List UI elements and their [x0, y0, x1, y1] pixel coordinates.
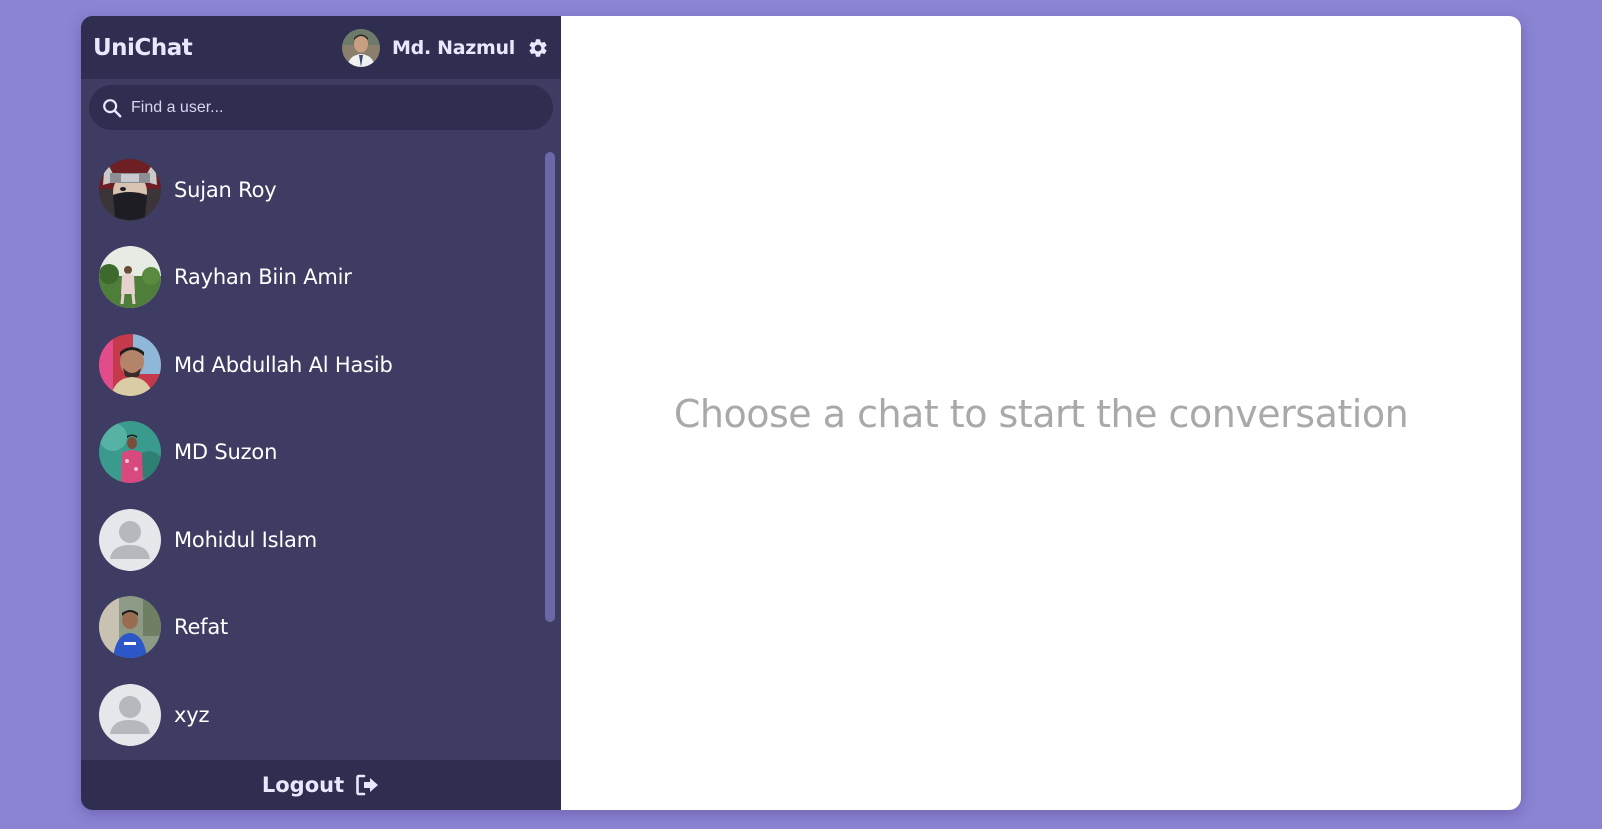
user-list-item[interactable]: Md Abdullah Al Hasib	[81, 321, 561, 409]
default-person-icon	[99, 683, 161, 746]
user-list-item[interactable]: Rayhan Biin Amir	[81, 234, 561, 322]
search-input[interactable]	[131, 98, 541, 117]
user-avatar	[99, 421, 161, 484]
logout-label: Logout	[261, 773, 345, 797]
user-name: Mohidul Islam	[174, 527, 317, 552]
search-bar	[89, 85, 553, 130]
user-name: Refat	[174, 615, 229, 640]
user-name: Rayhan Biin Amir	[174, 265, 352, 290]
user-name: Md Abdullah Al Hasib	[174, 352, 393, 377]
logout-icon	[356, 774, 379, 796]
search-icon	[103, 98, 122, 117]
user-name: xyz	[174, 702, 210, 727]
user-list: Sujan Roy Rayhan Biin Amir Md Abdullah A…	[81, 134, 561, 760]
current-user-avatar[interactable]	[342, 28, 381, 67]
sidebar: UniChat Md. Nazmul Find a user... Sujan …	[81, 16, 561, 810]
empty-chat-message: Choose a chat to start the conversation	[673, 392, 1409, 436]
user-list-item[interactable]: Mohidul Islam	[81, 496, 561, 584]
default-person-icon	[99, 508, 161, 571]
current-user-name[interactable]: Md. Nazmul	[392, 37, 515, 59]
user-list-scrollbar[interactable]	[545, 152, 555, 622]
sidebar-header: UniChat Md. Nazmul	[81, 16, 561, 79]
user-avatar	[99, 158, 161, 221]
user-name: Sujan Roy	[174, 177, 277, 202]
user-avatar	[99, 333, 161, 396]
user-name: MD Suzon	[174, 440, 278, 465]
logout-button[interactable]: Logout	[81, 760, 561, 810]
user-list-item[interactable]: MD Suzon	[81, 409, 561, 497]
user-avatar	[99, 246, 161, 309]
chat-app-window: UniChat Md. Nazmul Find a user... Sujan …	[81, 16, 1521, 810]
user-list-item[interactable]: Sujan Roy	[81, 146, 561, 234]
user-list-item[interactable]: xyz	[81, 671, 561, 759]
user-avatar	[99, 596, 161, 659]
app-title: UniChat	[93, 34, 193, 61]
gear-icon[interactable]	[527, 37, 549, 59]
user-list-item[interactable]: Refat	[81, 584, 561, 672]
chat-panel: Choose a chat to start the conversation	[561, 16, 1521, 810]
